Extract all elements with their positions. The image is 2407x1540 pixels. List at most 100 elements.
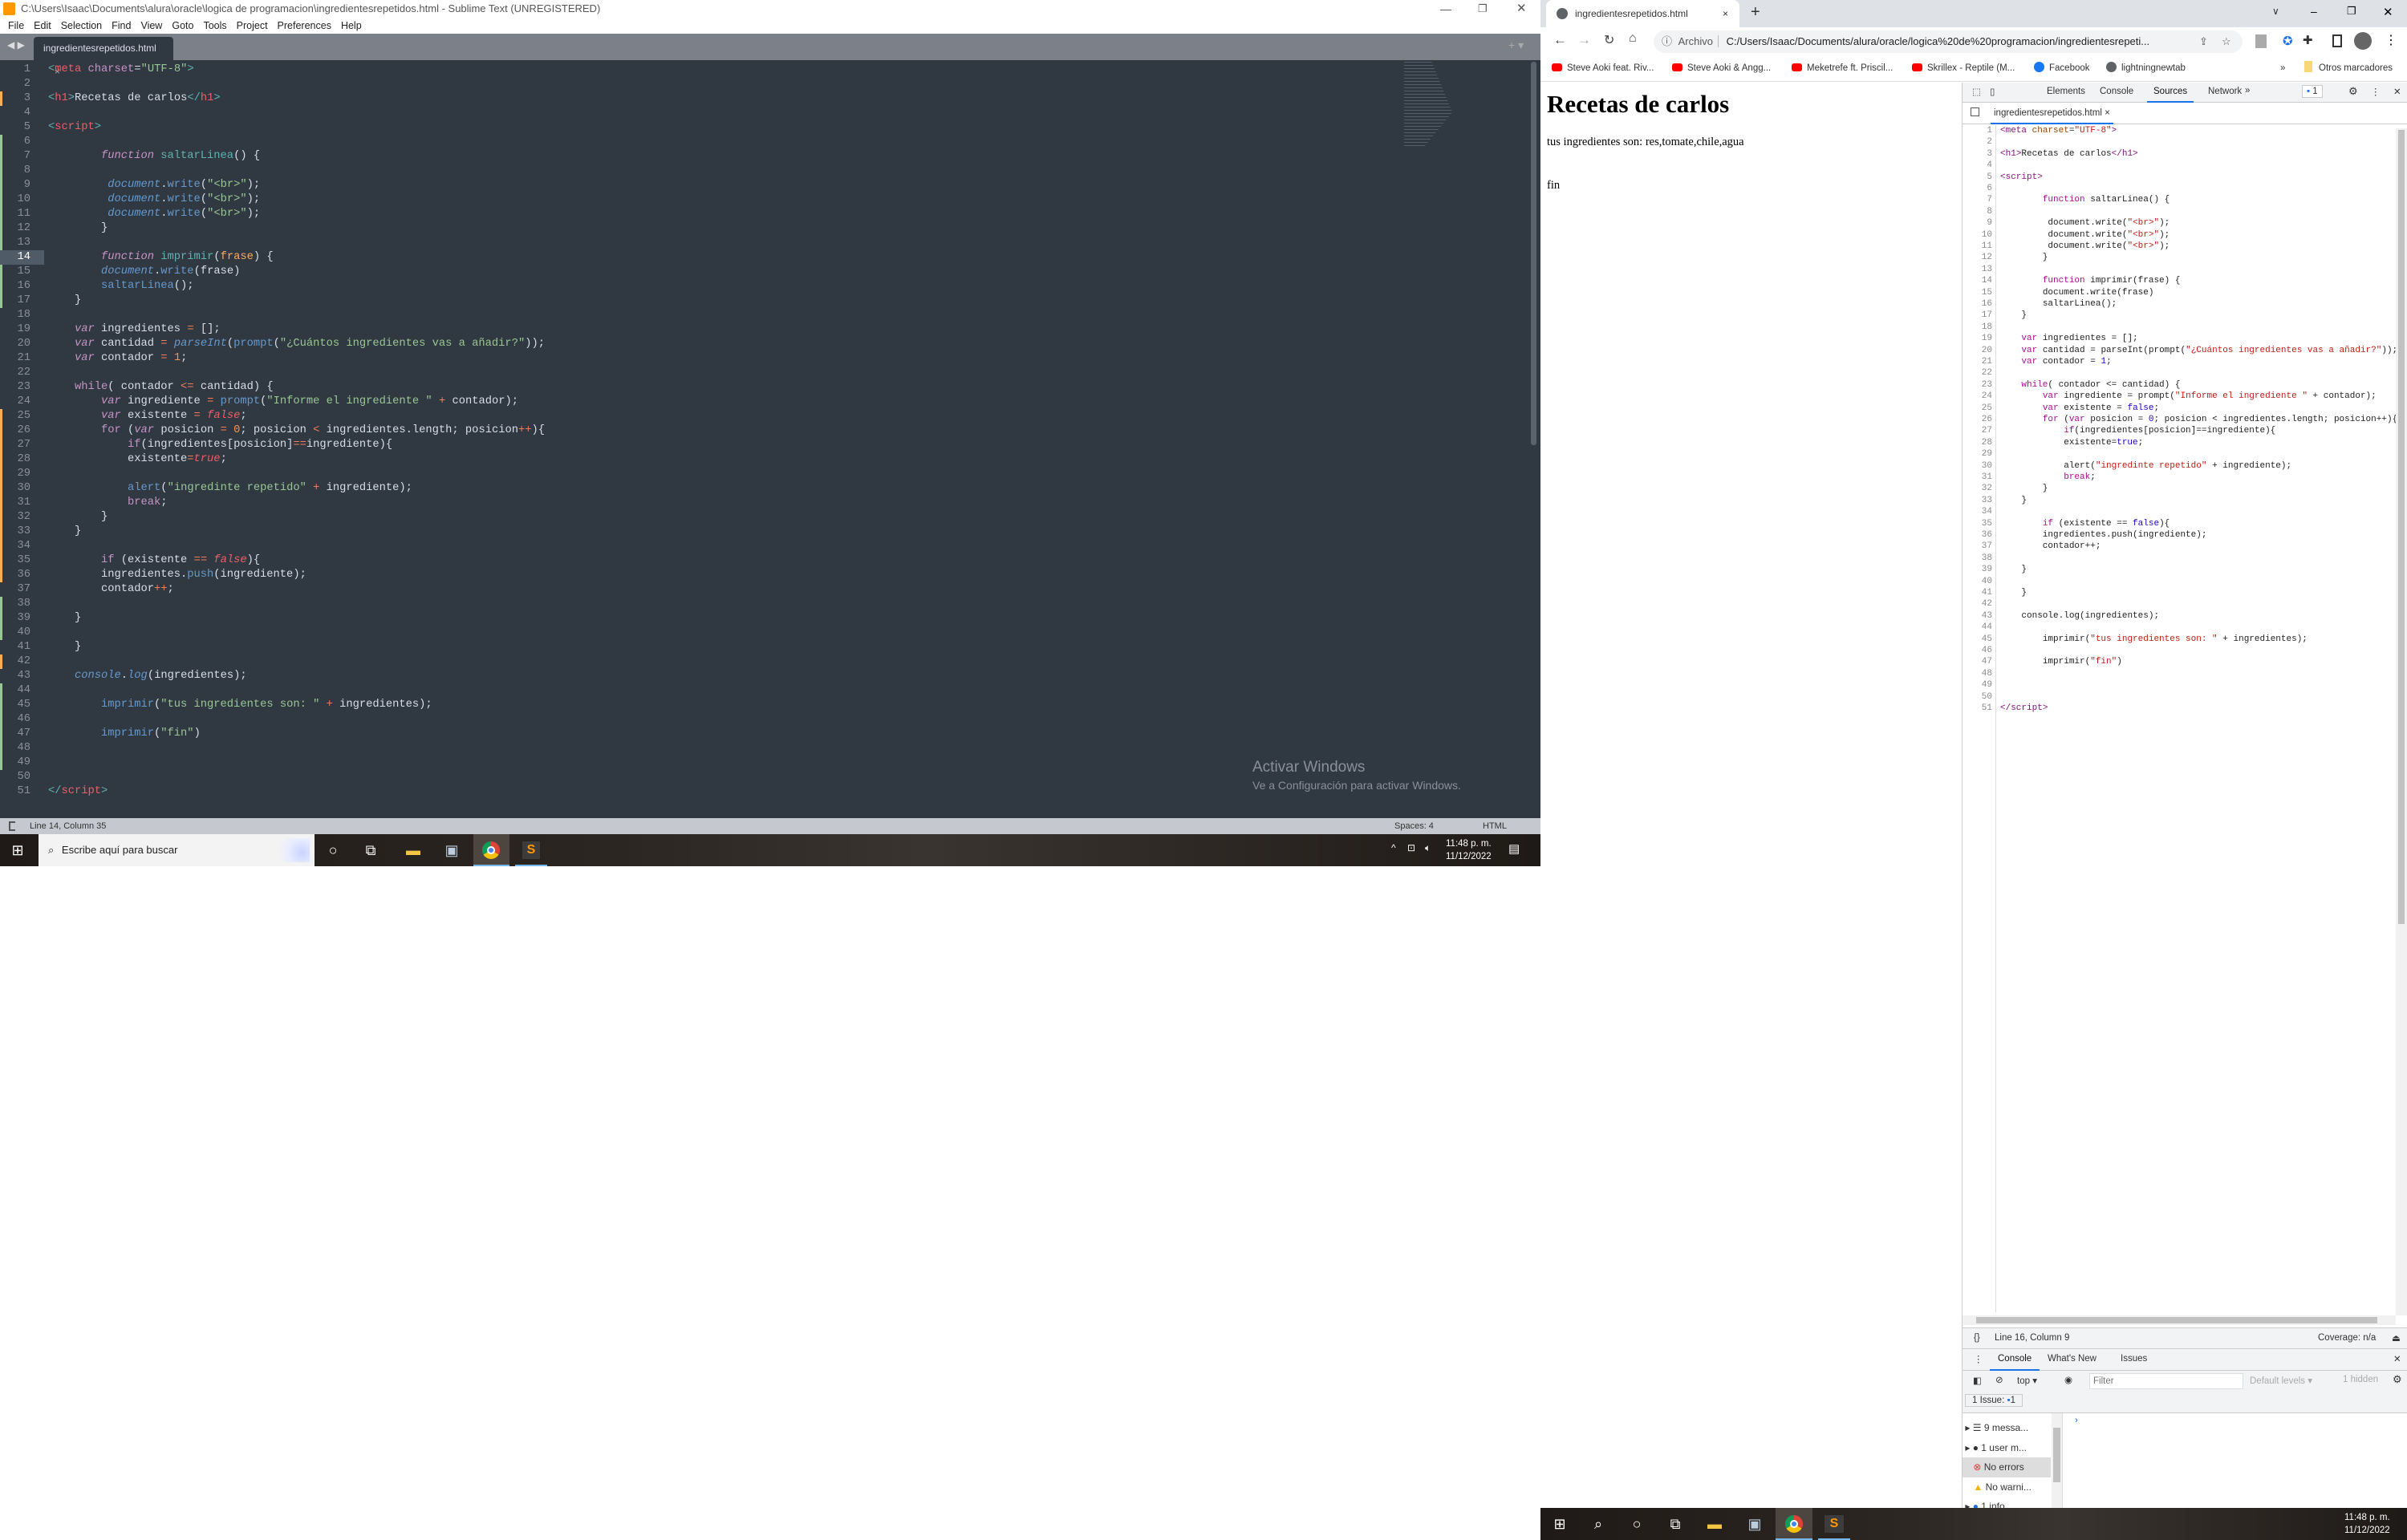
drawer-menu-icon[interactable]: ⋮ bbox=[1974, 1353, 1983, 1364]
sidebar-scrollbar[interactable] bbox=[2052, 1413, 2062, 1508]
source-file-tab[interactable]: ingredientesrepetidos.html × bbox=[1991, 103, 2113, 124]
menu-kebab-icon[interactable]: ⋮ bbox=[2385, 32, 2397, 48]
navigator-toggle-icon[interactable] bbox=[1971, 107, 1979, 116]
menu-preferences[interactable]: Preferences bbox=[278, 20, 331, 31]
file-explorer-icon[interactable]: ▬ bbox=[404, 841, 423, 860]
taskbar-sublime[interactable]: S bbox=[515, 834, 547, 866]
settings-gear-icon[interactable]: ⚙ bbox=[2348, 85, 2358, 98]
console-settings-gear-icon[interactable]: ⚙ bbox=[2393, 1373, 2402, 1386]
source-horizontal-scrollbar[interactable] bbox=[1963, 1315, 2396, 1325]
taskbar-search[interactable]: ⌕ Escribe aquí para buscar bbox=[39, 834, 315, 866]
source-vertical-scrollbar[interactable] bbox=[2396, 128, 2407, 1315]
panel-toggle-icon[interactable] bbox=[9, 821, 15, 831]
task-view-icon[interactable]: ⧉ bbox=[361, 841, 380, 860]
log-levels-dropdown[interactable]: Default levels ▾ bbox=[2250, 1375, 2312, 1386]
share-icon[interactable]: ⇪ bbox=[2199, 30, 2208, 53]
menu-project[interactable]: Project bbox=[237, 20, 268, 31]
bookmark-item[interactable]: Meketrefe ft. Priscil... bbox=[1792, 56, 1893, 80]
indentation[interactable]: Spaces: 4 bbox=[1394, 818, 1434, 834]
profile-avatar[interactable] bbox=[2354, 32, 2372, 50]
resource-monitor-icon[interactable]: ▣ bbox=[442, 841, 461, 860]
tab-file[interactable]: ingredientesrepetidos.html × bbox=[34, 37, 173, 77]
file-explorer-icon[interactable]: ▬ bbox=[1705, 1514, 1724, 1534]
bookmark-item[interactable]: Steve Aoki & Angg... bbox=[1672, 56, 1771, 80]
inspect-element-icon[interactable]: ⬚ bbox=[1972, 86, 1981, 97]
clear-console-icon[interactable]: ⊘ bbox=[1995, 1374, 2003, 1385]
devtools-menu-icon[interactable]: ⋮ bbox=[2371, 86, 2381, 97]
menu-goto[interactable]: Goto bbox=[172, 20, 193, 31]
sidebar-warnings[interactable]: ▲ No warni... bbox=[1963, 1477, 2051, 1497]
minimize-button[interactable]: — bbox=[1440, 0, 1451, 18]
bookmark-item[interactable]: Skrillex - Reptile (M... bbox=[1912, 56, 2015, 80]
menu-view[interactable]: View bbox=[140, 20, 162, 31]
home-icon[interactable]: ⌂ bbox=[1629, 31, 1637, 46]
tab-sources[interactable]: Sources bbox=[2147, 83, 2194, 103]
menu-selection[interactable]: Selection bbox=[61, 20, 102, 31]
drawer-tab-issues[interactable]: Issues bbox=[2121, 1354, 2147, 1364]
cursor-position[interactable]: Line 14, Column 35 bbox=[30, 818, 106, 834]
vertical-scrollbar[interactable] bbox=[1531, 62, 1536, 445]
menu-file[interactable]: File bbox=[8, 20, 24, 31]
close-window-button[interactable]: ✕ bbox=[2383, 5, 2393, 19]
more-tabs-icon[interactable]: » bbox=[2245, 86, 2250, 95]
close-tab-icon[interactable]: × bbox=[1723, 0, 1728, 27]
tab-network[interactable]: Network bbox=[2208, 87, 2242, 96]
tab-nav-arrows-icon[interactable]: ◀ ▶ bbox=[7, 39, 25, 51]
browser-tab[interactable]: ingredientesrepetidos.html × bbox=[1546, 0, 1739, 27]
console-filter-input[interactable] bbox=[2089, 1373, 2243, 1389]
tab-elements[interactable]: Elements bbox=[2047, 87, 2085, 96]
windows-start-icon[interactable]: ⊞ bbox=[8, 841, 27, 860]
tab-search-icon[interactable]: ∨ bbox=[2272, 6, 2279, 17]
restore-button[interactable]: ❐ bbox=[1478, 0, 1488, 18]
cortana-icon[interactable]: ○ bbox=[323, 841, 343, 860]
bookmark-item[interactable]: lightningnewtab bbox=[2106, 56, 2186, 80]
reload-icon[interactable]: ↻ bbox=[1604, 32, 1614, 48]
sidebar-user-messages[interactable]: ▸ ● 1 user m... bbox=[1963, 1438, 2051, 1458]
extensions-puzzle-icon[interactable]: ✚ bbox=[2303, 33, 2313, 47]
new-tab-button[interactable]: + bbox=[1751, 3, 1760, 22]
clock[interactable]: 11:48 p. m. 11/12/2022 bbox=[1446, 837, 1492, 863]
code-editor[interactable]: 1 <meta charset="UTF-8"> 2 3 <h1>Recetas de … bbox=[0, 63, 1528, 817]
device-toolbar-icon[interactable]: ▯ bbox=[1990, 86, 1995, 97]
minimize-button[interactable]: – bbox=[2311, 5, 2317, 18]
console-sidebar-toggle-icon[interactable]: ◧ bbox=[1973, 1375, 1982, 1386]
close-button[interactable]: ✕ bbox=[1516, 0, 1527, 18]
info-icon[interactable]: ⓘ bbox=[1662, 35, 1672, 47]
more-bookmarks-icon[interactable]: » bbox=[2280, 56, 2285, 80]
sidebar-messages[interactable]: ▸ ☰ 9 messa... bbox=[1963, 1418, 2051, 1438]
source-code-view[interactable]: 1 <meta charset="UTF-8"> 2 3 <h1>Recetas de … bbox=[1963, 125, 2396, 1312]
taskbar-chrome[interactable] bbox=[473, 834, 509, 866]
console-prompt-icon[interactable]: › bbox=[2075, 1416, 2078, 1425]
windows-start-icon[interactable]: ⊞ bbox=[1550, 1514, 1569, 1534]
toggle-debugger-icon[interactable]: ⏏ bbox=[2392, 1332, 2401, 1343]
live-expression-eye-icon[interactable]: ◉ bbox=[2064, 1374, 2072, 1385]
close-drawer-icon[interactable]: ✕ bbox=[2393, 1353, 2401, 1364]
taskbar-sublime[interactable]: S bbox=[1818, 1508, 1850, 1540]
restore-button[interactable]: ❐ bbox=[2347, 5, 2356, 18]
issues-button[interactable]: 1 Issue: ▪1 bbox=[1965, 1394, 2023, 1407]
menu-help[interactable]: Help bbox=[341, 20, 362, 31]
sidebar-errors[interactable]: ⊗ No errors bbox=[1963, 1457, 2051, 1477]
menu-find[interactable]: Find bbox=[112, 20, 131, 31]
issues-badge[interactable]: ▪ 1 bbox=[2302, 85, 2323, 98]
back-icon[interactable]: ← bbox=[1553, 32, 1567, 48]
volume-icon[interactable]: 🔈︎ bbox=[1425, 842, 1431, 854]
close-file-tab-icon[interactable]: × bbox=[2105, 108, 2110, 118]
network-icon[interactable]: ⊡ bbox=[1407, 842, 1415, 853]
address-bar[interactable]: ⓘ Archivo C:/Users/Isaac/Documents/alura… bbox=[1654, 30, 2243, 53]
bookmark-star-icon[interactable]: ☆ bbox=[2222, 30, 2231, 53]
drawer-tab-whats-new[interactable]: What's New bbox=[2048, 1354, 2096, 1364]
tray-chevron-icon[interactable]: ^ bbox=[1391, 842, 1396, 853]
side-panel-icon[interactable] bbox=[2332, 34, 2342, 47]
pdf-extension-icon[interactable] bbox=[2255, 34, 2267, 48]
bookmark-item[interactable]: Facebook bbox=[2034, 56, 2090, 80]
tab-console[interactable]: Console bbox=[2100, 87, 2133, 96]
clock[interactable]: 11:48 p. m. 11/12/2022 bbox=[2344, 1511, 2390, 1537]
search-icon[interactable]: ⌕ bbox=[1589, 1514, 1608, 1534]
context-selector[interactable]: top ▾ bbox=[2017, 1375, 2037, 1386]
bookmark-item[interactable]: Steve Aoki feat. Riv... bbox=[1552, 56, 1654, 80]
pretty-print-icon[interactable]: {} bbox=[1974, 1333, 1980, 1343]
drawer-tab-console[interactable]: Console bbox=[1990, 1349, 2040, 1371]
task-view-icon[interactable]: ⧉ bbox=[1666, 1514, 1685, 1534]
menu-tools[interactable]: Tools bbox=[203, 20, 226, 31]
